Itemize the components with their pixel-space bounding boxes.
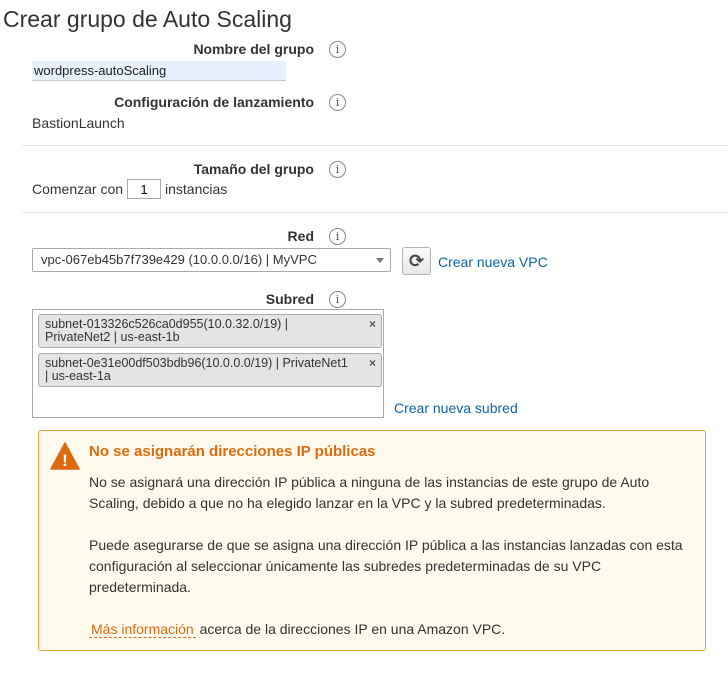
group-size-prefix: Comenzar con — [32, 181, 124, 197]
subnet-chip: subnet-0e31e00df503bdb96(10.0.0.0/19) | … — [38, 353, 382, 387]
subnet-chip-line: PrivateNet2 | us-east-1b — [45, 330, 180, 344]
launch-config-info-icon[interactable]: i — [329, 94, 346, 111]
instance-count-input[interactable] — [127, 179, 161, 199]
section-divider — [22, 212, 728, 213]
warning-glyph: ! — [62, 451, 68, 470]
chevron-down-icon — [376, 258, 384, 263]
page-title: Crear grupo de Auto Scaling — [3, 6, 292, 32]
network-info-icon[interactable]: i — [329, 228, 346, 245]
group-name-info-icon[interactable]: i — [329, 41, 346, 58]
alert-paragraph: Puede asegurarse de que se asigna una di… — [89, 537, 683, 595]
group-size-info-icon[interactable]: i — [329, 161, 346, 178]
vpc-select-value: vpc-067eb45b7f739e429 (10.0.0.0/16) | My… — [41, 252, 317, 267]
more-info-link[interactable]: Más información — [89, 621, 196, 638]
alert-footer: Más información acerca de la direcciones… — [89, 619, 689, 640]
network-label: Red — [287, 228, 314, 244]
subnet-multiselect[interactable]: subnet-013326c526ca0d955(10.0.32.0/19) |… — [32, 309, 384, 418]
warning-icon: ! — [50, 442, 80, 470]
alert-title: No se asignarán direcciones IP públicas — [89, 443, 376, 460]
subnet-info-icon[interactable]: i — [329, 291, 346, 308]
subnet-chip-line: | us-east-1a — [45, 369, 111, 383]
group-size-label: Tamaño del grupo — [193, 161, 314, 177]
group-name-label: Nombre del grupo — [193, 41, 314, 57]
remove-icon[interactable]: × — [369, 357, 376, 370]
subnet-label: Subred — [265, 291, 314, 307]
section-divider — [22, 145, 728, 146]
create-vpc-link[interactable]: Crear nueva VPC — [438, 254, 548, 270]
launch-config-label: Configuración de lanzamiento — [114, 94, 314, 110]
subnet-chip: subnet-013326c526ca0d955(10.0.32.0/19) |… — [38, 314, 382, 348]
warning-alert: ! No se asignarán direcciones IP pública… — [38, 430, 706, 651]
launch-config-value: BastionLaunch — [32, 115, 125, 131]
group-size-suffix: instancias — [165, 181, 228, 197]
alert-footer-text: acerca de la direcciones IP en una Amazo… — [199, 621, 506, 637]
vpc-select[interactable]: vpc-067eb45b7f739e429 (10.0.0.0/16) | My… — [32, 248, 391, 272]
create-subnet-link[interactable]: Crear nueva subred — [394, 400, 518, 416]
refresh-icon: ⟳ — [408, 250, 425, 272]
refresh-button[interactable]: ⟳ — [402, 247, 431, 275]
group-name-input[interactable] — [32, 61, 286, 81]
remove-icon[interactable]: × — [369, 318, 376, 331]
alert-paragraph: No se asignará una dirección IP pública … — [89, 474, 650, 511]
